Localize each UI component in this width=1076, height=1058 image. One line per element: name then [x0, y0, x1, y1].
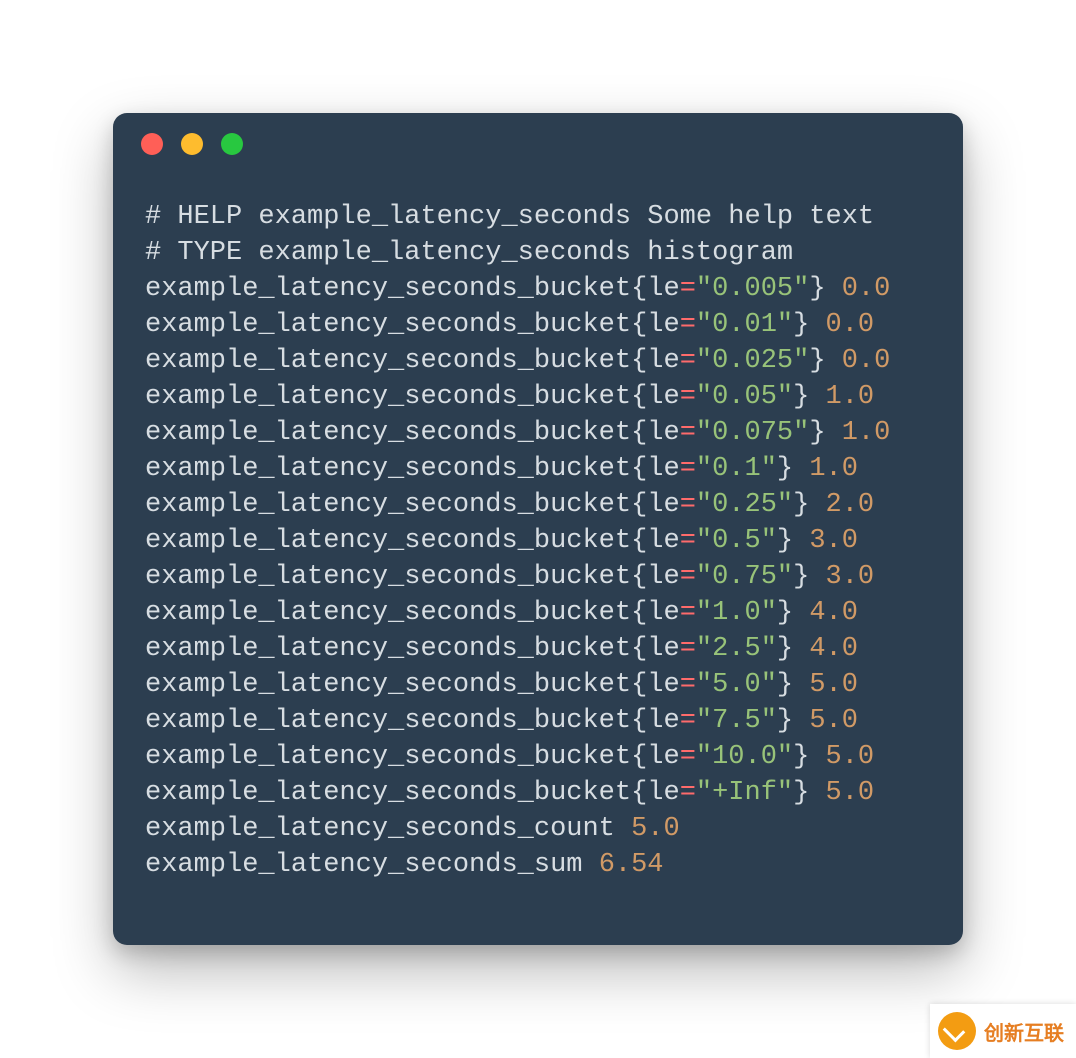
window-zoom-icon[interactable]	[221, 133, 243, 155]
code-bucket-line: example_latency_seconds_bucket{le="0.75"…	[145, 559, 931, 595]
code-bucket-line: example_latency_seconds_bucket{le="0.075…	[145, 415, 931, 451]
page-stage: # HELP example_latency_seconds Some help…	[0, 0, 1076, 1058]
code-bucket-line: example_latency_seconds_bucket{le="0.005…	[145, 271, 931, 307]
watermark-badge: 创新互联	[930, 1004, 1076, 1058]
code-bucket-line: example_latency_seconds_bucket{le="5.0"}…	[145, 667, 931, 703]
code-bucket-line: example_latency_seconds_bucket{le="7.5"}…	[145, 703, 931, 739]
code-bucket-line: example_latency_seconds_bucket{le="10.0"…	[145, 739, 931, 775]
code-summary-line: example_latency_seconds_count 5.0	[145, 811, 931, 847]
code-bucket-line: example_latency_seconds_bucket{le="0.01"…	[145, 307, 931, 343]
code-bucket-line: example_latency_seconds_bucket{le="0.1"}…	[145, 451, 931, 487]
code-window: # HELP example_latency_seconds Some help…	[113, 113, 963, 945]
code-block: # HELP example_latency_seconds Some help…	[113, 175, 963, 915]
watermark-logo-icon	[938, 1012, 976, 1050]
code-comment-line: # HELP example_latency_seconds Some help…	[145, 199, 931, 235]
window-close-icon[interactable]	[141, 133, 163, 155]
code-comment-line: # TYPE example_latency_seconds histogram	[145, 235, 931, 271]
code-bucket-line: example_latency_seconds_bucket{le="+Inf"…	[145, 775, 931, 811]
code-summary-line: example_latency_seconds_sum 6.54	[145, 847, 931, 883]
code-bucket-line: example_latency_seconds_bucket{le="0.05"…	[145, 379, 931, 415]
window-titlebar	[113, 113, 963, 175]
code-bucket-line: example_latency_seconds_bucket{le="0.5"}…	[145, 523, 931, 559]
code-bucket-line: example_latency_seconds_bucket{le="0.25"…	[145, 487, 931, 523]
code-bucket-line: example_latency_seconds_bucket{le="0.025…	[145, 343, 931, 379]
code-bucket-line: example_latency_seconds_bucket{le="1.0"}…	[145, 595, 931, 631]
watermark-label: 创新互联	[984, 1017, 1064, 1046]
code-bucket-line: example_latency_seconds_bucket{le="2.5"}…	[145, 631, 931, 667]
window-minimize-icon[interactable]	[181, 133, 203, 155]
